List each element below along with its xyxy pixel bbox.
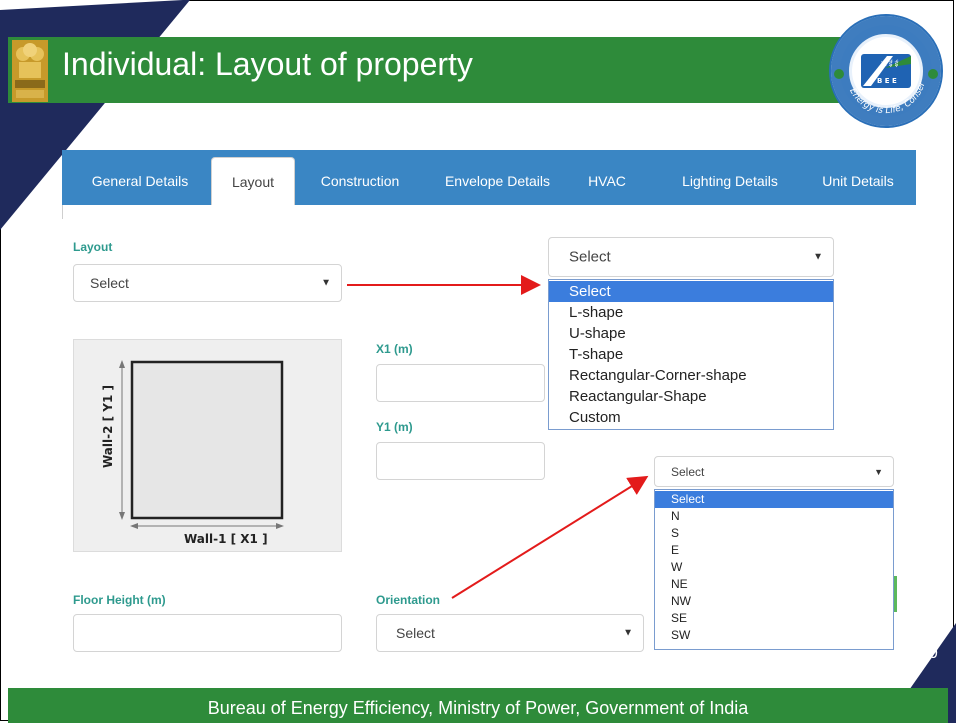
floor-height-label: Floor Height (m): [73, 593, 166, 607]
page-number: 20: [920, 645, 938, 662]
orientation-option-s[interactable]: S: [655, 525, 893, 542]
tab-hvac[interactable]: HVAC: [572, 150, 642, 205]
y1-label: Y1 (m): [376, 420, 413, 434]
bee-text: B E E: [877, 77, 897, 85]
tab-unit-details[interactable]: Unit Details: [805, 150, 911, 205]
orientation-dropdown-value: Select: [671, 464, 705, 479]
bee-hindi-text: बी ई ई: [881, 59, 899, 68]
y1-input[interactable]: [376, 442, 545, 480]
chevron-down-icon: ▼: [813, 251, 823, 263]
tab-lighting-details[interactable]: Lighting Details: [660, 150, 800, 205]
layout-label: Layout: [73, 240, 113, 254]
orientation-select-value: Select: [396, 625, 435, 641]
tab-general-details[interactable]: General Details: [75, 150, 205, 205]
footer-text: Bureau of Energy Efficiency, Ministry of…: [207, 698, 749, 718]
orientation-option-e[interactable]: E: [655, 542, 893, 559]
layout-dropdown-select[interactable]: Select ▼: [548, 237, 834, 277]
layout-diagram: Wall-1 [ X1 ] Wall-2 [ Y1 ]: [73, 339, 342, 552]
orientation-select[interactable]: Select ▼: [376, 614, 644, 652]
floor-height-input[interactable]: [73, 614, 342, 652]
x1-input[interactable]: [376, 364, 545, 402]
wall1-label: Wall-1 [ X1 ]: [184, 532, 268, 546]
layout-dropdown-list: Select L-shape U-shape T-shape Rectangul…: [548, 279, 834, 430]
orientation-label: Orientation: [376, 593, 441, 607]
layout-select[interactable]: Select ▼: [73, 264, 342, 302]
layout-select-value: Select: [90, 275, 129, 291]
tab-layout[interactable]: Layout: [211, 157, 295, 205]
layout-option-custom[interactable]: Custom: [549, 407, 833, 428]
orientation-dropdown-list: Select N S E W NE NW SE SW: [654, 489, 894, 650]
tab-envelope-details[interactable]: Envelope Details: [425, 150, 570, 205]
bee-logo-icon: बी ई ई B E E Energy is Life, Conserve it: [827, 12, 943, 128]
layout-option-select[interactable]: Select: [549, 281, 833, 302]
orientation-option-select[interactable]: Select: [655, 491, 893, 508]
chevron-down-icon: ▼: [874, 466, 883, 477]
orientation-option-se[interactable]: SE: [655, 610, 893, 627]
wall2-label: Wall-2 [ Y1 ]: [101, 385, 115, 468]
corner-highlight: [0, 0, 183, 10]
orientation-option-sw[interactable]: SW: [655, 627, 893, 644]
layout-option-l-shape[interactable]: L-shape: [549, 302, 833, 323]
layout-option-reactangular-shape[interactable]: Reactangular-Shape: [549, 386, 833, 407]
orientation-option-w[interactable]: W: [655, 559, 893, 576]
orientation-option-nw[interactable]: NW: [655, 593, 893, 610]
chevron-down-icon: ▼: [623, 627, 633, 639]
orientation-dropdown-select[interactable]: Select ▼: [654, 456, 894, 487]
tab-panel-edge: [62, 205, 63, 219]
layout-dropdown-value: Select: [569, 248, 611, 266]
chevron-down-icon: ▼: [321, 277, 331, 289]
orientation-option-ne[interactable]: NE: [655, 576, 893, 593]
x1-label: X1 (m): [376, 342, 413, 356]
layout-option-u-shape[interactable]: U-shape: [549, 323, 833, 344]
slide-title: Individual: Layout of property: [62, 46, 473, 82]
layout-option-rectangular-corner-shape[interactable]: Rectangular-Corner-shape: [549, 365, 833, 386]
orientation-option-n[interactable]: N: [655, 508, 893, 525]
layout-option-t-shape[interactable]: T-shape: [549, 344, 833, 365]
tab-construction[interactable]: Construction: [305, 150, 415, 205]
state-emblem-icon: [12, 40, 48, 102]
